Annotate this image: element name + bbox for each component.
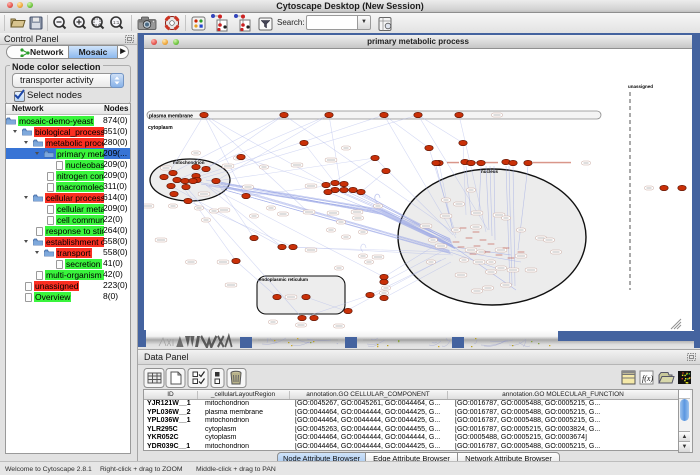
svg-text:f(x): f(x) [642, 374, 653, 383]
svg-text:plasma membrane: plasma membrane [149, 114, 193, 120]
svg-text:nucleus: nucleus [481, 169, 499, 174]
svg-text:unassigned: unassigned [628, 84, 653, 89]
svg-text:1:1: 1:1 [113, 20, 120, 25]
svg-text:cytoplasm: cytoplasm [148, 125, 173, 131]
